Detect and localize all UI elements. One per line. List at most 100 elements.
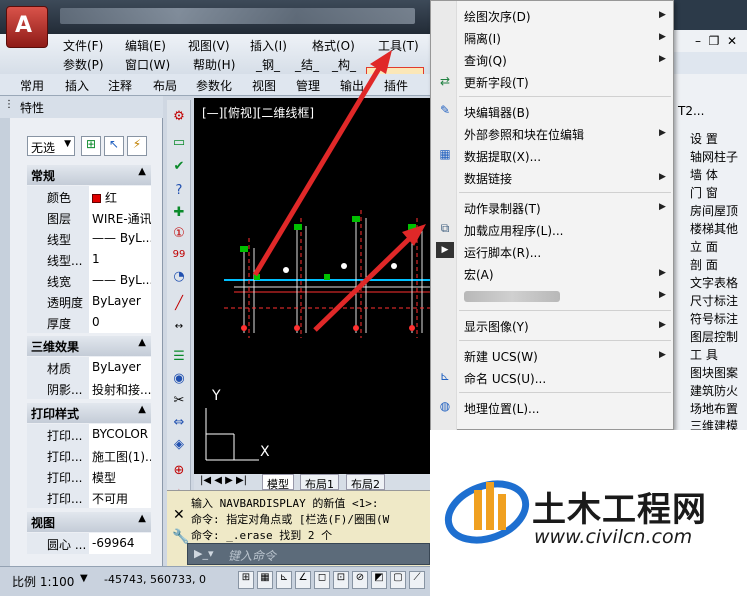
menu-item-load-application[interactable]: 加载应用程序(L)... — [464, 222, 564, 242]
menu-item-display-image[interactable]: 显示图像(Y) — [464, 318, 529, 338]
tab-home[interactable]: 常用 — [20, 77, 44, 94]
property-row[interactable]: 透明度 ByLayer — [27, 291, 151, 312]
drawing-canvas[interactable]: [—][俯视][二维线框] Y X — [194, 98, 430, 474]
section-3d-effects[interactable]: 三维效果 ▲ — [27, 336, 151, 356]
property-row[interactable]: 线型 —— ByL... — [27, 228, 151, 249]
property-value[interactable]: 施工图(1)... — [89, 445, 151, 466]
menu-structure[interactable]: _结_ — [295, 56, 319, 73]
menu-item-update-fields[interactable]: 更新字段(T) — [464, 74, 529, 94]
list-icon[interactable]: ☰ — [170, 348, 188, 366]
toggle-pickadd-icon[interactable]: ⊞ — [81, 136, 101, 156]
tab-manage[interactable]: 管理 — [296, 77, 320, 94]
menu-view[interactable]: 视图(V) — [188, 37, 230, 54]
property-value[interactable]: 不可用 — [89, 487, 151, 508]
tarch-item[interactable]: 楼梯其他 — [690, 220, 738, 237]
property-row[interactable]: 颜色 红 — [27, 186, 151, 207]
annotation-scale[interactable]: 比例 1:100 — [12, 573, 74, 590]
selection-dropdown[interactable]: 无选 ▼ — [27, 136, 75, 156]
property-row[interactable]: 线宽 —— ByL... — [27, 270, 151, 291]
property-value[interactable]: 投射和接... — [89, 378, 151, 399]
tarch-item[interactable]: 设 置 — [690, 130, 718, 147]
tarch-item[interactable]: 文字表格 — [690, 274, 738, 291]
tarch-item[interactable]: 工 具 — [690, 346, 718, 363]
scissors-icon[interactable]: ✂ — [170, 392, 188, 410]
lineweight-icon[interactable]: ⟋ — [409, 571, 425, 589]
chevron-down-icon[interactable]: ▼ — [80, 573, 88, 584]
select-objects-icon[interactable]: ↖ — [104, 136, 124, 156]
menu-item-block-editor[interactable]: 块编辑器(B) — [464, 104, 530, 124]
menu-parametric[interactable]: 参数(P) — [63, 56, 104, 73]
grid-icon[interactable]: ▦ — [257, 571, 273, 589]
property-row[interactable]: 打印... BYCOLOR — [27, 424, 151, 445]
polar-icon[interactable]: ∠ — [295, 571, 311, 589]
menu-item-inquiry[interactable]: 查询(Q) — [464, 52, 507, 72]
property-value[interactable]: -69964 — [89, 533, 151, 554]
otrack-icon[interactable]: ⊘ — [352, 571, 368, 589]
menu-item-action-recorder[interactable]: 动作录制器(T) — [464, 200, 541, 220]
tab-annotate[interactable]: 注释 — [108, 77, 132, 94]
counter-icon[interactable]: 99 — [170, 246, 188, 264]
section-general[interactable]: 常规 ▲ — [27, 165, 151, 185]
ortho-icon[interactable]: ⊾ — [276, 571, 292, 589]
property-row[interactable]: 打印... 不可用 — [27, 487, 151, 508]
property-row[interactable]: 图层 WIRE-通讯 — [27, 207, 151, 228]
check-icon[interactable]: ✔ — [170, 158, 188, 176]
menu-insert[interactable]: 插入(I) — [250, 37, 287, 54]
eye-icon[interactable]: ◉ — [170, 370, 188, 388]
property-row[interactable]: 材质 ByLayer — [27, 357, 151, 378]
3dosnap-icon[interactable]: ⊡ — [333, 571, 349, 589]
menu-format[interactable]: 格式(O) — [312, 37, 355, 54]
menu-edit[interactable]: 编辑(E) — [125, 37, 166, 54]
property-value[interactable]: WIRE-通讯 — [89, 207, 151, 228]
line-tool-icon[interactable]: ╱ — [170, 295, 188, 313]
property-row[interactable]: 打印... 模型 — [27, 466, 151, 487]
tarch-item[interactable]: 建筑防火 — [690, 382, 738, 399]
tarch-item[interactable]: 符号标注 — [690, 310, 738, 327]
property-row[interactable]: 线型... 1 — [27, 249, 151, 270]
tab-insert[interactable]: 插入 — [65, 77, 89, 94]
property-value[interactable]: 红 — [89, 186, 151, 207]
tab-plugins[interactable]: 插件 — [384, 77, 408, 94]
section-print-style[interactable]: 打印样式 ▲ — [27, 403, 151, 423]
menu-item-run-script[interactable]: 运行脚本(R)... — [464, 244, 541, 264]
zoom-icon[interactable]: ⊕ — [170, 462, 188, 480]
arc-tool-icon[interactable]: ◔ — [170, 268, 188, 286]
menu-window[interactable]: 窗口(W) — [125, 56, 170, 73]
rectangle-tool-icon[interactable]: ▭ — [170, 134, 188, 152]
add-icon[interactable]: ✚ — [170, 204, 188, 222]
tab-parametric[interactable]: 参数化 — [196, 77, 232, 94]
close-icon[interactable]: ✕ — [724, 34, 740, 48]
menu-tools[interactable]: 工具(T) — [378, 37, 419, 54]
tarch-item[interactable]: 图层控制 — [690, 328, 738, 345]
tab-output[interactable]: 输出 — [340, 77, 364, 94]
stretch-icon[interactable]: ⇔ — [170, 414, 188, 432]
menu-construct[interactable]: _构_ — [332, 56, 356, 73]
tarch-item[interactable]: 尺寸标注 — [690, 292, 738, 309]
close-icon[interactable]: ✕ — [173, 507, 185, 523]
tarch-item[interactable]: 墙 体 — [690, 166, 718, 183]
menu-file[interactable]: 文件(F) — [63, 37, 103, 54]
dimension-icon[interactable]: ↔ — [170, 318, 188, 336]
property-row[interactable]: 打印... 施工图(1)... — [27, 445, 151, 466]
property-row[interactable]: 圆心 ... -69964 — [27, 533, 151, 554]
tarch-item[interactable]: 房间屋顶 — [690, 202, 738, 219]
menu-help[interactable]: 帮助(H) — [193, 56, 235, 73]
osnap-icon[interactable]: ◻ — [314, 571, 330, 589]
tab-layout2[interactable]: 布局2 — [346, 474, 385, 491]
property-row[interactable]: 厚度 0 — [27, 312, 151, 333]
property-value[interactable]: 模型 — [89, 466, 151, 487]
layer-icon[interactable]: ◈ — [170, 436, 188, 454]
menu-steel[interactable]: _钢_ — [256, 56, 280, 73]
tab-model[interactable]: 模型 — [262, 474, 294, 491]
property-value[interactable]: 0 — [89, 312, 151, 333]
ducs-icon[interactable]: ◩ — [371, 571, 387, 589]
dyn-icon[interactable]: ▢ — [390, 571, 406, 589]
quick-select-icon[interactable]: ⚡ — [127, 136, 147, 156]
menu-item-data-links[interactable]: 数据链接 — [464, 170, 512, 190]
menu-item-xref-inplace-edit[interactable]: 外部参照和块在位编辑 — [464, 126, 584, 146]
property-value[interactable]: —— ByL... — [89, 270, 151, 291]
snap-icon[interactable]: ⊞ — [238, 571, 254, 589]
help-icon[interactable]: ? — [170, 182, 188, 200]
menu-item-data-extraction[interactable]: 数据提取(X)... — [464, 148, 541, 168]
restore-icon[interactable]: ❐ — [706, 34, 722, 48]
